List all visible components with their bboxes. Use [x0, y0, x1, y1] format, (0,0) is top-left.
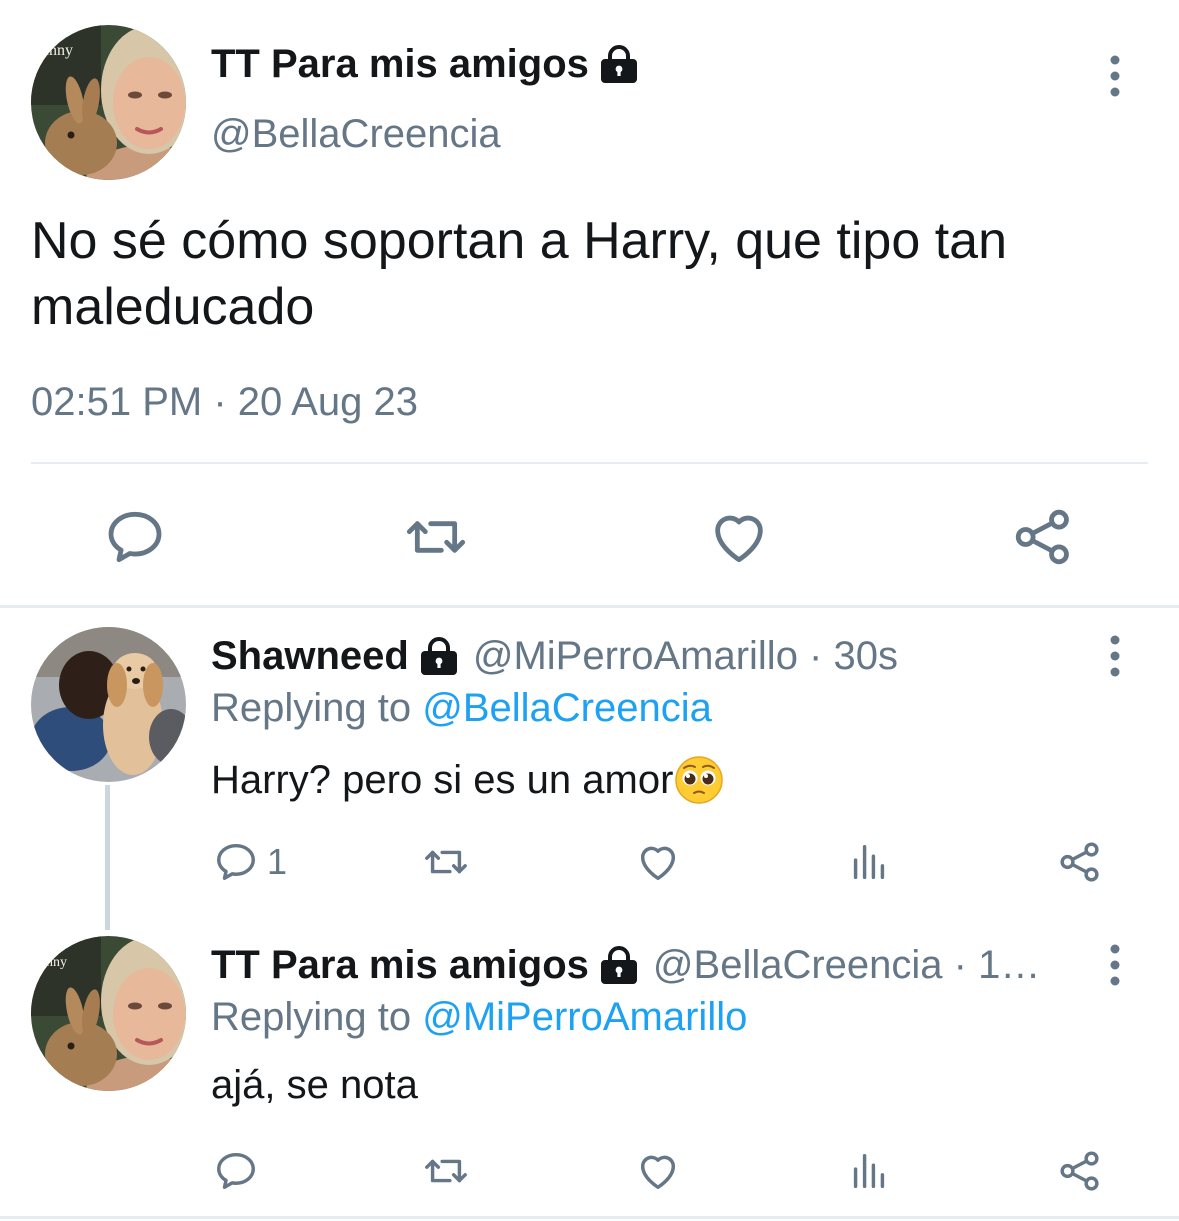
lock-icon [599, 45, 639, 85]
share-icon[interactable] [1057, 839, 1103, 885]
retweet-action[interactable] [423, 837, 469, 887]
retweet-icon[interactable] [423, 1148, 469, 1194]
share-icon[interactable] [1011, 505, 1075, 569]
stats-icon[interactable] [846, 839, 892, 885]
reply-icon[interactable] [213, 1148, 259, 1194]
like-action[interactable] [635, 837, 681, 887]
pleading-face-emoji [675, 756, 724, 804]
thread-connector [105, 785, 110, 930]
retweet-icon[interactable] [404, 505, 468, 569]
more-options-icon[interactable] [1100, 54, 1130, 98]
tweet-text: No sé cómo soportan a Harry, que tipo ta… [31, 212, 1007, 336]
stats-action[interactable] [846, 837, 892, 887]
avatar-image [31, 627, 186, 782]
like-icon[interactable] [707, 505, 771, 569]
reply-header: Shawneed @MiPerroAmarillo · 30s [211, 634, 898, 679]
like-icon[interactable] [635, 839, 681, 885]
tweet-text: Harry? pero si es un amor [211, 754, 725, 806]
tweet-text-content: ajá, se nota [211, 1063, 418, 1107]
avatar[interactable]: unny [31, 25, 186, 180]
reply-header: TT Para mis amigos @BellaCreencia · 1… [211, 943, 1081, 988]
display-name-text[interactable]: TT Para mis amigos [211, 42, 589, 87]
avatar[interactable]: unny [31, 936, 186, 1091]
reply-count: 1 [267, 841, 288, 882]
more-options-icon[interactable] [1100, 943, 1130, 987]
timestamp[interactable]: 02:51 PM · 20 Aug 23 [31, 380, 418, 425]
reply-action[interactable] [213, 1146, 259, 1196]
reply-action[interactable]: 1 [213, 837, 287, 887]
replying-prefix: Replying to [211, 686, 423, 730]
mention-link[interactable]: @MiPerroAmarillo [422, 995, 747, 1039]
avatar-image: unny [31, 25, 186, 180]
share-icon[interactable] [1057, 1148, 1103, 1194]
mention-link[interactable]: @BellaCreencia [422, 686, 712, 730]
main-tweet: unny TT Para mis amigos @BellaCreencia N… [0, 0, 1179, 606]
more-options-icon[interactable] [1100, 634, 1130, 678]
handle-time[interactable]: @BellaCreencia · 1… [653, 943, 1040, 988]
replying-prefix: Replying to [211, 995, 423, 1039]
handle-time[interactable]: @MiPerroAmarillo · 30s [473, 634, 898, 679]
retweet-icon[interactable] [423, 839, 469, 885]
stats-icon[interactable] [846, 1148, 892, 1194]
retweet-action[interactable] [423, 1146, 469, 1196]
divider [0, 1216, 1179, 1219]
avatar-caption: unny [39, 955, 67, 970]
handle[interactable]: @BellaCreencia [211, 112, 501, 157]
display-name[interactable]: TT Para mis amigos [211, 42, 639, 87]
display-name[interactable]: Shawneed [211, 634, 409, 679]
like-action[interactable] [635, 1146, 681, 1196]
display-name[interactable]: TT Para mis amigos [211, 943, 589, 988]
lock-icon [419, 637, 459, 677]
lock-icon [599, 946, 639, 986]
reply-icon[interactable] [103, 505, 167, 569]
divider [0, 605, 1179, 608]
avatar[interactable] [31, 627, 186, 782]
like-icon[interactable] [635, 1148, 681, 1194]
share-action[interactable] [1057, 837, 1103, 887]
replying-to: Replying to @BellaCreencia [211, 686, 712, 731]
tweet-text: ajá, se nota [211, 1063, 418, 1108]
replying-to: Replying to @MiPerroAmarillo [211, 995, 747, 1040]
stats-action[interactable] [846, 1146, 892, 1196]
divider [31, 462, 1148, 464]
avatar-image: unny [31, 936, 186, 1091]
reply-icon[interactable] [213, 839, 259, 885]
avatar-caption: unny [41, 42, 73, 59]
tweet-text-content: Harry? pero si es un amor [211, 757, 674, 802]
share-action[interactable] [1057, 1146, 1103, 1196]
